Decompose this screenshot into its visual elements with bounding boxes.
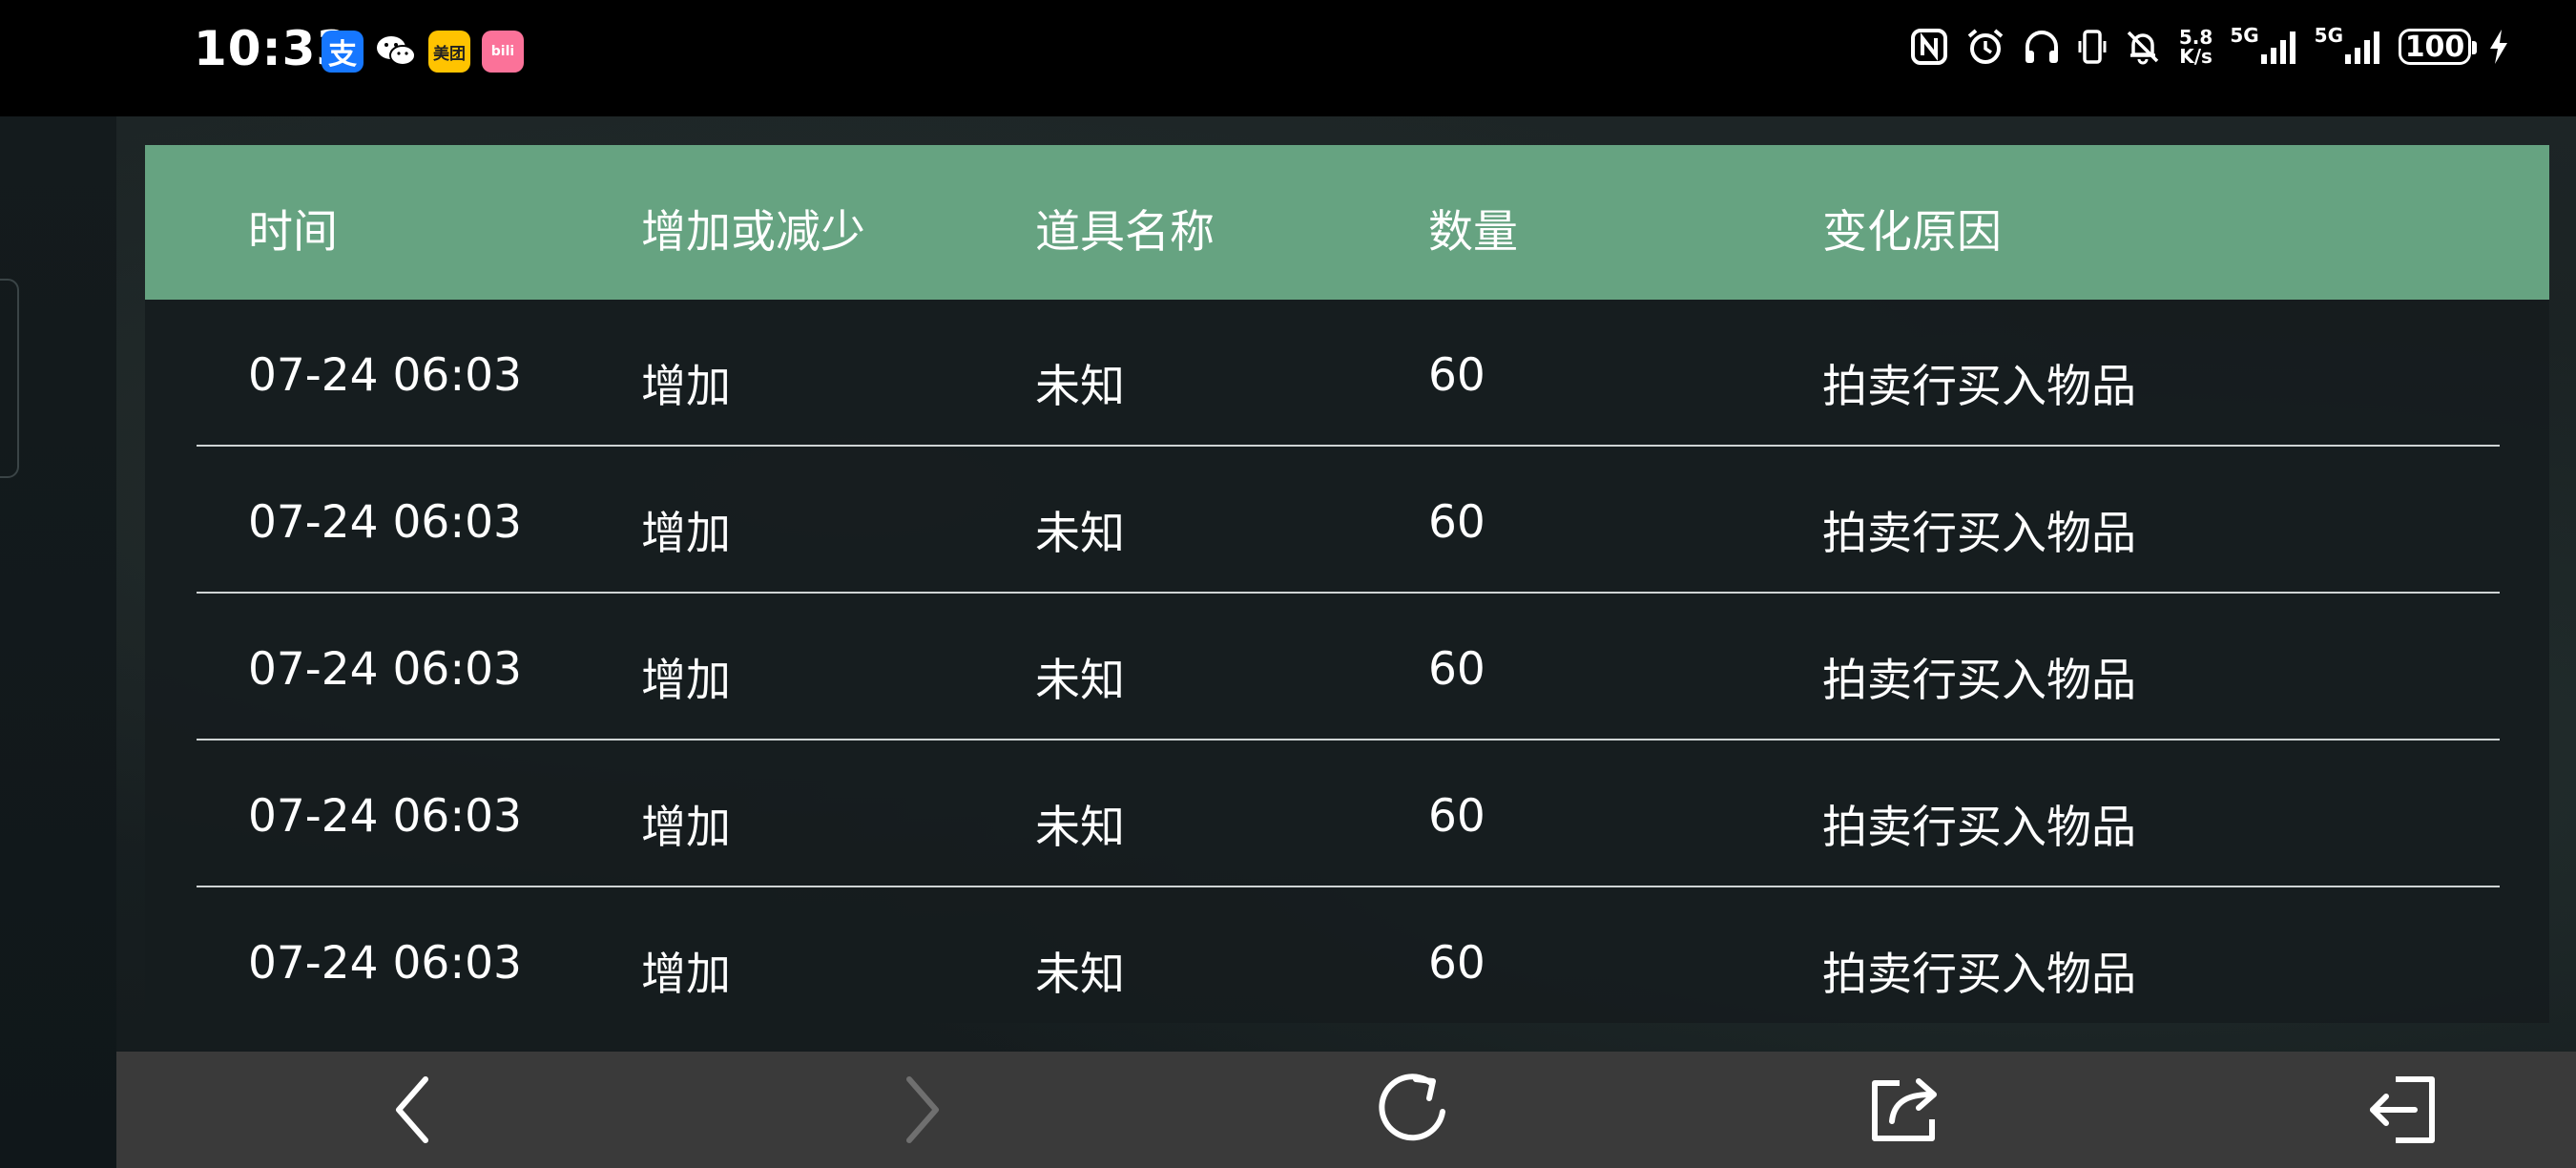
header-time: 时间 [248, 206, 338, 259]
forward-button[interactable] [856, 1052, 989, 1168]
alipay-icon: 支 [322, 31, 364, 73]
mute-bell-icon [2124, 28, 2162, 66]
cell-quantity: 60 [1428, 643, 1485, 696]
cell-quantity: 60 [1428, 349, 1485, 402]
cell-item-name: 未知 [1035, 508, 1125, 560]
table-row: 07-24 06:03 增加 未知 60 拍卖行买入物品 [145, 300, 2549, 447]
cell-quantity: 60 [1428, 790, 1485, 843]
screen: 10:33 支 美团 bili 5.8 K/s 5G 5G 100 时间 增加或… [0, 0, 2576, 1168]
table-row: 07-24 06:03 增加 未知 60 拍卖行买入物品 [145, 887, 2549, 1023]
signal-5g-2: 5G [2314, 24, 2381, 66]
refresh-button[interactable] [1345, 1052, 1479, 1168]
charging-bolt-icon [2488, 28, 2509, 66]
status-bar: 10:33 支 美团 bili 5.8 K/s 5G 5G 100 [0, 0, 2576, 116]
network-speed-value: 5.8 [2178, 26, 2213, 49]
cell-reason: 拍卖行买入物品 [1822, 949, 2136, 1001]
refresh-icon [1379, 1074, 1445, 1141]
share-icon [1872, 1078, 1937, 1141]
table-row: 07-24 06:03 增加 未知 60 拍卖行买入物品 [145, 740, 2549, 887]
signal-5g-1-label: 5G [2230, 24, 2259, 47]
browser-bottom-toolbar [116, 1052, 2576, 1168]
bilibili-icon: bili [482, 31, 524, 73]
headphones-icon [2023, 28, 2061, 66]
header-change-type: 增加或减少 [641, 206, 865, 259]
cell-time: 07-24 06:03 [248, 349, 522, 402]
forward-arrow-icon [906, 1076, 939, 1143]
signal-bars-icon [2345, 31, 2379, 64]
cell-item-name: 未知 [1035, 655, 1125, 707]
network-speed-unit: K/s [2179, 45, 2212, 68]
cell-quantity: 60 [1428, 496, 1485, 549]
signal-bars-icon [2260, 31, 2296, 64]
notification-app-icons: 支 美团 bili [322, 31, 524, 73]
exit-icon [2370, 1076, 2435, 1143]
cell-change-type: 增加 [641, 508, 731, 560]
header-item-name: 道具名称 [1035, 206, 1215, 259]
system-status-icons: 5.8 K/s 5G 5G 100 [1910, 24, 2509, 67]
side-drawer-handle[interactable] [0, 279, 19, 478]
item-change-log-table: 时间 增加或减少 道具名称 数量 变化原因 07-24 06:03 增加 未知 … [145, 145, 2549, 1023]
cell-reason: 拍卖行买入物品 [1822, 508, 2136, 560]
exit-button[interactable] [2335, 1052, 2468, 1168]
header-reason: 变化原因 [1822, 206, 2002, 259]
cell-time: 07-24 06:03 [248, 790, 522, 843]
left-edge-panel [0, 116, 116, 1168]
cell-item-name: 未知 [1035, 802, 1125, 854]
header-quantity: 数量 [1428, 206, 1518, 259]
back-button[interactable] [345, 1052, 479, 1168]
vibrate-icon [2078, 28, 2107, 66]
nfc-icon [1910, 28, 1948, 66]
cell-reason: 拍卖行买入物品 [1822, 802, 2136, 854]
table-row: 07-24 06:03 增加 未知 60 拍卖行买入物品 [145, 447, 2549, 594]
share-button[interactable] [1839, 1052, 1972, 1168]
cell-change-type: 增加 [641, 802, 731, 854]
cell-quantity: 60 [1428, 937, 1485, 990]
cell-change-type: 增加 [641, 949, 731, 1001]
cell-item-name: 未知 [1035, 949, 1125, 1001]
cell-time: 07-24 06:03 [248, 496, 522, 549]
cell-time: 07-24 06:03 [248, 937, 522, 990]
alarm-icon [1965, 27, 2005, 67]
network-speed: 5.8 K/s [2179, 28, 2212, 66]
meituan-icon: 美团 [428, 31, 470, 73]
cell-change-type: 增加 [641, 361, 731, 413]
cell-reason: 拍卖行买入物品 [1822, 361, 2136, 413]
table-header: 时间 增加或减少 道具名称 数量 变化原因 [145, 145, 2549, 300]
cell-time: 07-24 06:03 [248, 643, 522, 696]
cell-reason: 拍卖行买入物品 [1822, 655, 2136, 707]
signal-5g-1: 5G [2230, 24, 2296, 66]
cell-item-name: 未知 [1035, 361, 1125, 413]
wechat-icon [375, 31, 417, 73]
signal-5g-2-label: 5G [2314, 24, 2343, 47]
battery-indicator: 100 [2399, 29, 2477, 65]
cell-change-type: 增加 [641, 655, 731, 707]
back-arrow-icon [396, 1076, 428, 1143]
table-row: 07-24 06:03 增加 未知 60 拍卖行买入物品 [145, 594, 2549, 740]
